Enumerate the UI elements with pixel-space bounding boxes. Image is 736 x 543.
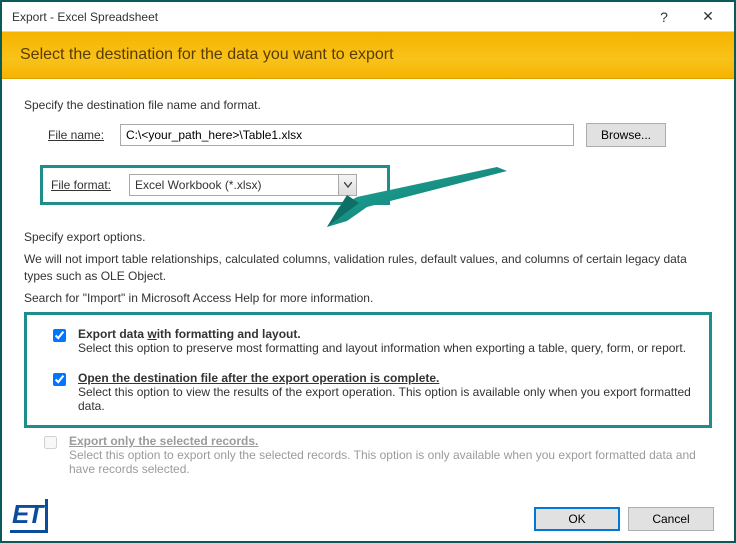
export-help: Search for "Import" in Microsoft Access …	[24, 290, 712, 306]
export-options-intro: Specify export options.	[24, 229, 712, 245]
option-selected-label: Export only the selected records.	[69, 434, 712, 448]
filename-row: File name: Browse...	[48, 123, 712, 147]
option-openafter-checkbox[interactable]	[53, 373, 66, 386]
file-format-value: Excel Workbook (*.xlsx)	[130, 175, 338, 195]
ok-label: OK	[568, 512, 585, 526]
option-openafter-label: Open the destination file after the expo…	[78, 371, 703, 385]
title-bar: Export - Excel Spreadsheet ? ✕	[2, 2, 734, 32]
banner-text: Select the destination for the data you …	[20, 46, 394, 63]
dialog-content: Specify the destination file name and fo…	[2, 79, 734, 488]
file-format-label: File format:	[51, 178, 123, 192]
option-formatting-row: Export data with formatting and layout. …	[53, 327, 703, 355]
help-icon: ?	[660, 9, 668, 25]
file-format-highlight: File format: Excel Workbook (*.xlsx)	[40, 165, 390, 205]
cancel-button[interactable]: Cancel	[628, 507, 714, 531]
watermark-logo: ET	[10, 499, 48, 533]
file-format-select[interactable]: Excel Workbook (*.xlsx)	[129, 174, 357, 196]
ok-button[interactable]: OK	[534, 507, 620, 531]
banner: Select the destination for the data you …	[2, 32, 734, 79]
browse-label: Browse...	[601, 128, 651, 142]
dialog-footer: OK Cancel	[534, 507, 714, 531]
dest-intro: Specify the destination file name and fo…	[24, 97, 712, 113]
chevron-down-icon	[338, 175, 356, 195]
help-button[interactable]: ?	[642, 2, 686, 32]
filename-label: File name:	[48, 128, 114, 142]
close-icon: ✕	[702, 8, 714, 25]
option-formatting-checkbox[interactable]	[53, 329, 66, 342]
cancel-label: Cancel	[652, 512, 689, 526]
browse-button[interactable]: Browse...	[586, 123, 666, 147]
option-selected-desc: Select this option to export only the se…	[69, 448, 712, 476]
option-selected-row: Export only the selected records. Select…	[44, 434, 712, 476]
option-openafter-row: Open the destination file after the expo…	[53, 371, 703, 413]
window-title: Export - Excel Spreadsheet	[12, 10, 642, 24]
option-selected-checkbox	[44, 436, 57, 449]
option-formatting-label: Export data with formatting and layout.	[78, 327, 686, 341]
filename-input[interactable]	[120, 124, 574, 146]
options-highlight: Export data with formatting and layout. …	[24, 312, 712, 428]
option-formatting-desc: Select this option to preserve most form…	[78, 341, 686, 355]
option-openafter-desc: Select this option to view the results o…	[78, 385, 703, 413]
close-button[interactable]: ✕	[686, 2, 730, 32]
export-note: We will not import table relationships, …	[24, 251, 712, 283]
